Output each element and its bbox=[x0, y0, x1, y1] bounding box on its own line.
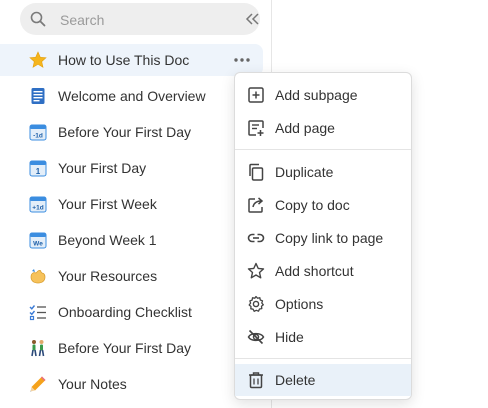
sidebar-item-welcome[interactable]: Welcome and Overview bbox=[0, 80, 263, 112]
menu-item-add-shortcut[interactable]: Add shortcut bbox=[235, 255, 411, 287]
collapse-sidebar-icon[interactable] bbox=[243, 11, 261, 27]
search-box[interactable] bbox=[20, 3, 260, 37]
sidebar-item-label: Welcome and Overview bbox=[58, 88, 206, 104]
menu-item-add-subpage[interactable]: Add subpage bbox=[235, 79, 411, 111]
pencil-icon bbox=[30, 376, 46, 392]
sidebar-item-before-first-day-2[interactable]: Before Your First Day bbox=[0, 332, 263, 364]
eye-off-icon bbox=[247, 329, 265, 345]
sidebar-item-label: How to Use This Doc bbox=[58, 52, 190, 68]
sidebar-item-onboarding-checklist[interactable]: Onboarding Checklist bbox=[0, 296, 263, 328]
sidebar-item-label: Your First Week bbox=[58, 196, 157, 212]
sidebar-item-label: Your Notes bbox=[58, 376, 127, 392]
people-walking-icon bbox=[31, 340, 45, 357]
star-icon bbox=[29, 51, 47, 68]
sidebar-item-label: Your Resources bbox=[58, 268, 158, 284]
menu-item-options[interactable]: Options bbox=[235, 288, 411, 320]
calendar-minus-1d-icon: -1d bbox=[29, 124, 47, 141]
search-input[interactable] bbox=[58, 3, 252, 37]
more-options-icon[interactable] bbox=[232, 52, 252, 68]
menu-item-delete[interactable]: Delete bbox=[235, 364, 411, 396]
menu-item-label: Options bbox=[275, 296, 324, 312]
menu-separator bbox=[235, 149, 411, 150]
menu-item-label: Hide bbox=[275, 329, 304, 345]
sidebar-item-before-first-day[interactable]: -1d Before Your First Day bbox=[0, 116, 263, 148]
sidebar-item-label: Before Your First Day bbox=[58, 124, 192, 140]
calendar-week-icon: We bbox=[29, 232, 47, 249]
menu-separator bbox=[235, 358, 411, 359]
menu-item-label: Add subpage bbox=[275, 87, 358, 103]
gear-icon bbox=[248, 295, 264, 312]
menu-item-hide[interactable]: Hide bbox=[235, 321, 411, 353]
checklist-icon bbox=[29, 305, 46, 321]
sidebar-item-resources[interactable]: Your Resources bbox=[0, 260, 263, 292]
sidebar-item-label: Onboarding Checklist bbox=[58, 304, 192, 320]
context-menu: Add subpage Add page Duplicate Copy to d… bbox=[234, 72, 412, 400]
menu-item-copy-link[interactable]: Copy link to page bbox=[235, 222, 411, 254]
menu-item-label: Add page bbox=[275, 120, 335, 136]
hand-icon bbox=[30, 269, 46, 284]
document-icon bbox=[31, 88, 45, 104]
svg-text:1: 1 bbox=[36, 167, 41, 176]
menu-item-duplicate[interactable]: Duplicate bbox=[235, 156, 411, 188]
menu-item-copy-to-doc[interactable]: Copy to doc bbox=[235, 189, 411, 221]
calendar-1-icon: 1 bbox=[29, 160, 47, 177]
menu-item-label: Duplicate bbox=[275, 164, 334, 180]
star-outline-icon bbox=[247, 262, 265, 279]
calendar-plus-1d-icon: +1d bbox=[29, 196, 47, 213]
sidebar-item-how-to-use[interactable]: How to Use This Doc bbox=[0, 44, 263, 76]
sidebar-item-label: Beyond Week 1 bbox=[58, 232, 157, 248]
add-page-icon bbox=[248, 120, 264, 136]
copy-to-doc-icon bbox=[248, 197, 264, 213]
trash-icon bbox=[249, 372, 263, 389]
menu-item-label: Copy link to page bbox=[275, 230, 384, 246]
sidebar-item-notes[interactable]: Your Notes bbox=[0, 368, 263, 400]
svg-text:We: We bbox=[33, 241, 43, 248]
sidebar: How to Use This Doc Welcome and Overview… bbox=[0, 0, 272, 408]
link-icon bbox=[247, 233, 265, 243]
sidebar-item-first-day[interactable]: 1 Your First Day bbox=[0, 152, 263, 184]
menu-item-label: Delete bbox=[275, 372, 316, 388]
svg-text:-1d: -1d bbox=[33, 133, 43, 140]
menu-item-add-page[interactable]: Add page bbox=[235, 112, 411, 144]
add-subpage-icon bbox=[248, 87, 264, 103]
svg-text:+1d: +1d bbox=[32, 205, 43, 212]
sidebar-item-label: Your First Day bbox=[58, 160, 147, 176]
sidebar-item-label: Before Your First Day bbox=[58, 340, 192, 356]
menu-item-label: Copy to doc bbox=[275, 197, 350, 213]
sidebar-item-beyond-week-1[interactable]: We Beyond Week 1 bbox=[0, 224, 263, 256]
menu-item-label: Add shortcut bbox=[275, 263, 354, 279]
sidebar-item-first-week[interactable]: +1d Your First Week bbox=[0, 188, 263, 220]
duplicate-icon bbox=[249, 163, 264, 181]
search-icon bbox=[30, 11, 46, 27]
